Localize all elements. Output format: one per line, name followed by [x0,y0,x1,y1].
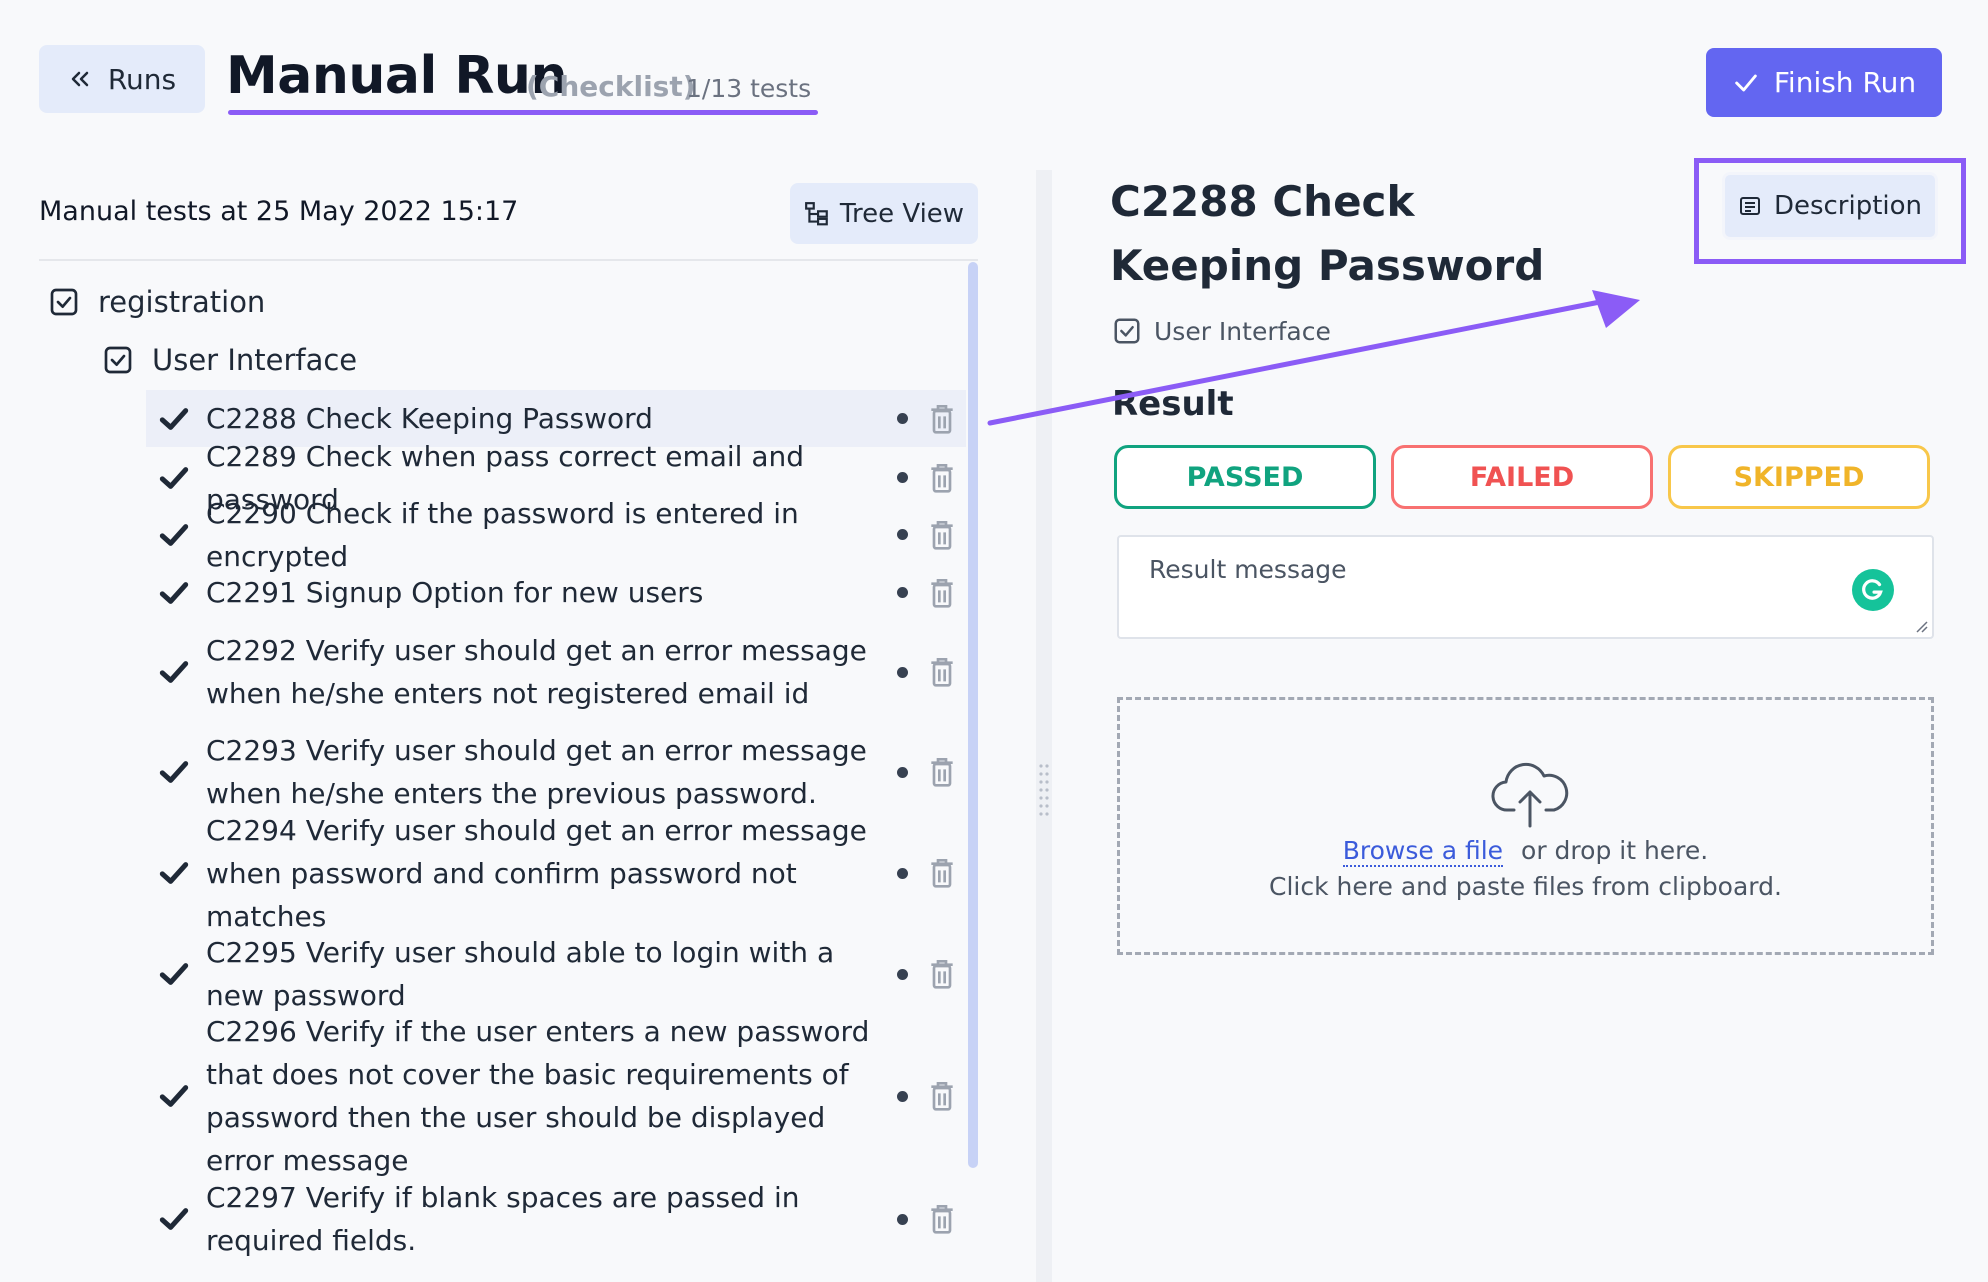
trash-icon[interactable] [928,1203,956,1235]
back-to-runs-button[interactable]: Runs [39,45,205,113]
test-count: 1/13 tests [686,74,812,103]
page-title: Manual Run [226,46,567,106]
test-row-c2292[interactable]: C2292 Verify user should get an error me… [146,628,966,716]
result-message-placeholder: Result message [1149,555,1347,584]
result-heading: Result [1112,384,1234,424]
test-list-scrollbar[interactable] [968,262,978,1168]
test-row-c2296[interactable]: C2296 Verify if the user enters a new pa… [146,1015,966,1177]
trash-icon[interactable] [928,519,956,551]
test-case-suite: User Interface [1112,316,1331,346]
status-dot [897,529,908,540]
checkmark-icon [159,581,189,604]
test-row-c2293[interactable]: C2293 Verify user should get an error me… [146,728,966,816]
browse-file-link[interactable]: Browse a file [1342,836,1504,867]
trash-icon[interactable] [928,857,956,889]
document-icon [1739,197,1760,215]
tree-view-icon [805,201,828,225]
suite-label: registration [98,285,266,319]
checkmark-icon [159,862,189,884]
test-label: C2296 Verify if the user enters a new pa… [206,1015,870,1177]
checkmark-icon [159,963,189,985]
result-message-input[interactable]: Result message [1117,535,1934,639]
divider [39,259,978,261]
checkmark-icon [159,661,189,683]
test-label: C2295 Verify user should able to login w… [206,936,835,1012]
browse-line: Browse a file or drop it here. [1120,836,1931,867]
test-row-c2290[interactable]: C2290 Check if the password is entered i… [146,497,966,573]
checkmark-icon [159,761,189,783]
test-label: C2291 Signup Option for new users [206,576,704,609]
test-row-c2297[interactable]: C2297 Verify if blank spaces are passed … [146,1175,966,1263]
grammarly-icon[interactable] [1852,569,1894,611]
tree-view-label: Tree View [839,198,965,229]
trash-icon[interactable] [928,577,956,609]
trash-icon[interactable] [928,958,956,990]
test-case-title: C2288 Check Keeping Password [1110,177,1545,290]
check-icon [1735,74,1757,91]
suite-label: User Interface [152,343,358,377]
finish-run-label: Finish Run [1773,66,1917,99]
back-button-label: Runs [107,62,177,96]
status-dot [897,867,908,879]
trash-icon[interactable] [928,656,956,688]
checked-box-icon [1114,318,1140,344]
status-dot [897,587,908,598]
status-dot [897,413,908,424]
skipped-button[interactable]: SKIPPED [1668,445,1930,509]
checked-box-icon [104,346,132,374]
checkmark-icon [159,466,189,489]
trash-icon[interactable] [928,462,956,494]
checkmark-icon [159,1208,189,1230]
description-label: Description [1773,191,1923,221]
status-dot [897,1213,908,1225]
file-dropzone[interactable]: Browse a file or drop it here. Click her… [1117,697,1934,955]
resize-handle-icon[interactable] [1914,619,1928,633]
double-chevron-left-icon [71,71,89,87]
run-heading: Manual tests at 25 May 2022 15:17 [39,196,519,227]
suite-user-interface[interactable]: User Interface [102,343,357,377]
test-row-c2295[interactable]: C2295 Verify user should able to login w… [146,930,966,1018]
panel-splitter[interactable] [1036,170,1052,1282]
test-row-c2294[interactable]: C2294 Verify user should get an error me… [146,814,966,933]
drop-hint: or drop it here. [1521,836,1709,865]
status-dot [897,1090,908,1102]
tree-view-button[interactable]: Tree View [790,183,978,244]
cloud-upload-icon [1491,762,1569,828]
status-dot [897,766,908,778]
finish-run-button[interactable]: Finish Run [1706,48,1942,117]
description-button[interactable]: Description [1722,172,1938,240]
suite-name: User Interface [1154,316,1331,346]
test-label: C2293 Verify user should get an error me… [206,734,867,810]
passed-button[interactable]: PASSED [1114,445,1376,509]
checked-box-icon [50,288,78,316]
checkmark-icon [159,1085,189,1107]
trash-icon[interactable] [928,1080,956,1112]
test-label: C2292 Verify user should get an error me… [206,634,867,710]
trash-icon[interactable] [928,756,956,788]
checkmark-icon [159,523,189,546]
status-dot [897,968,908,980]
trash-icon[interactable] [928,403,956,435]
title-annotation-underline [228,110,818,115]
test-label: C2297 Verify if blank spaces are passed … [206,1181,800,1257]
paste-hint: Click here and paste files from clipboar… [1269,872,1782,901]
drag-handle-icon[interactable] [1038,762,1050,818]
run-type-label: (Checklist) [526,70,696,103]
failed-button[interactable]: FAILED [1391,445,1653,509]
test-row-c2291[interactable]: C2291 Signup Option for new users [146,565,966,620]
test-label: C2294 Verify user should get an error me… [206,813,867,933]
status-dot [897,472,908,483]
suite-registration[interactable]: registration [48,285,265,319]
status-dot [897,666,908,678]
checkmark-icon [159,407,189,430]
